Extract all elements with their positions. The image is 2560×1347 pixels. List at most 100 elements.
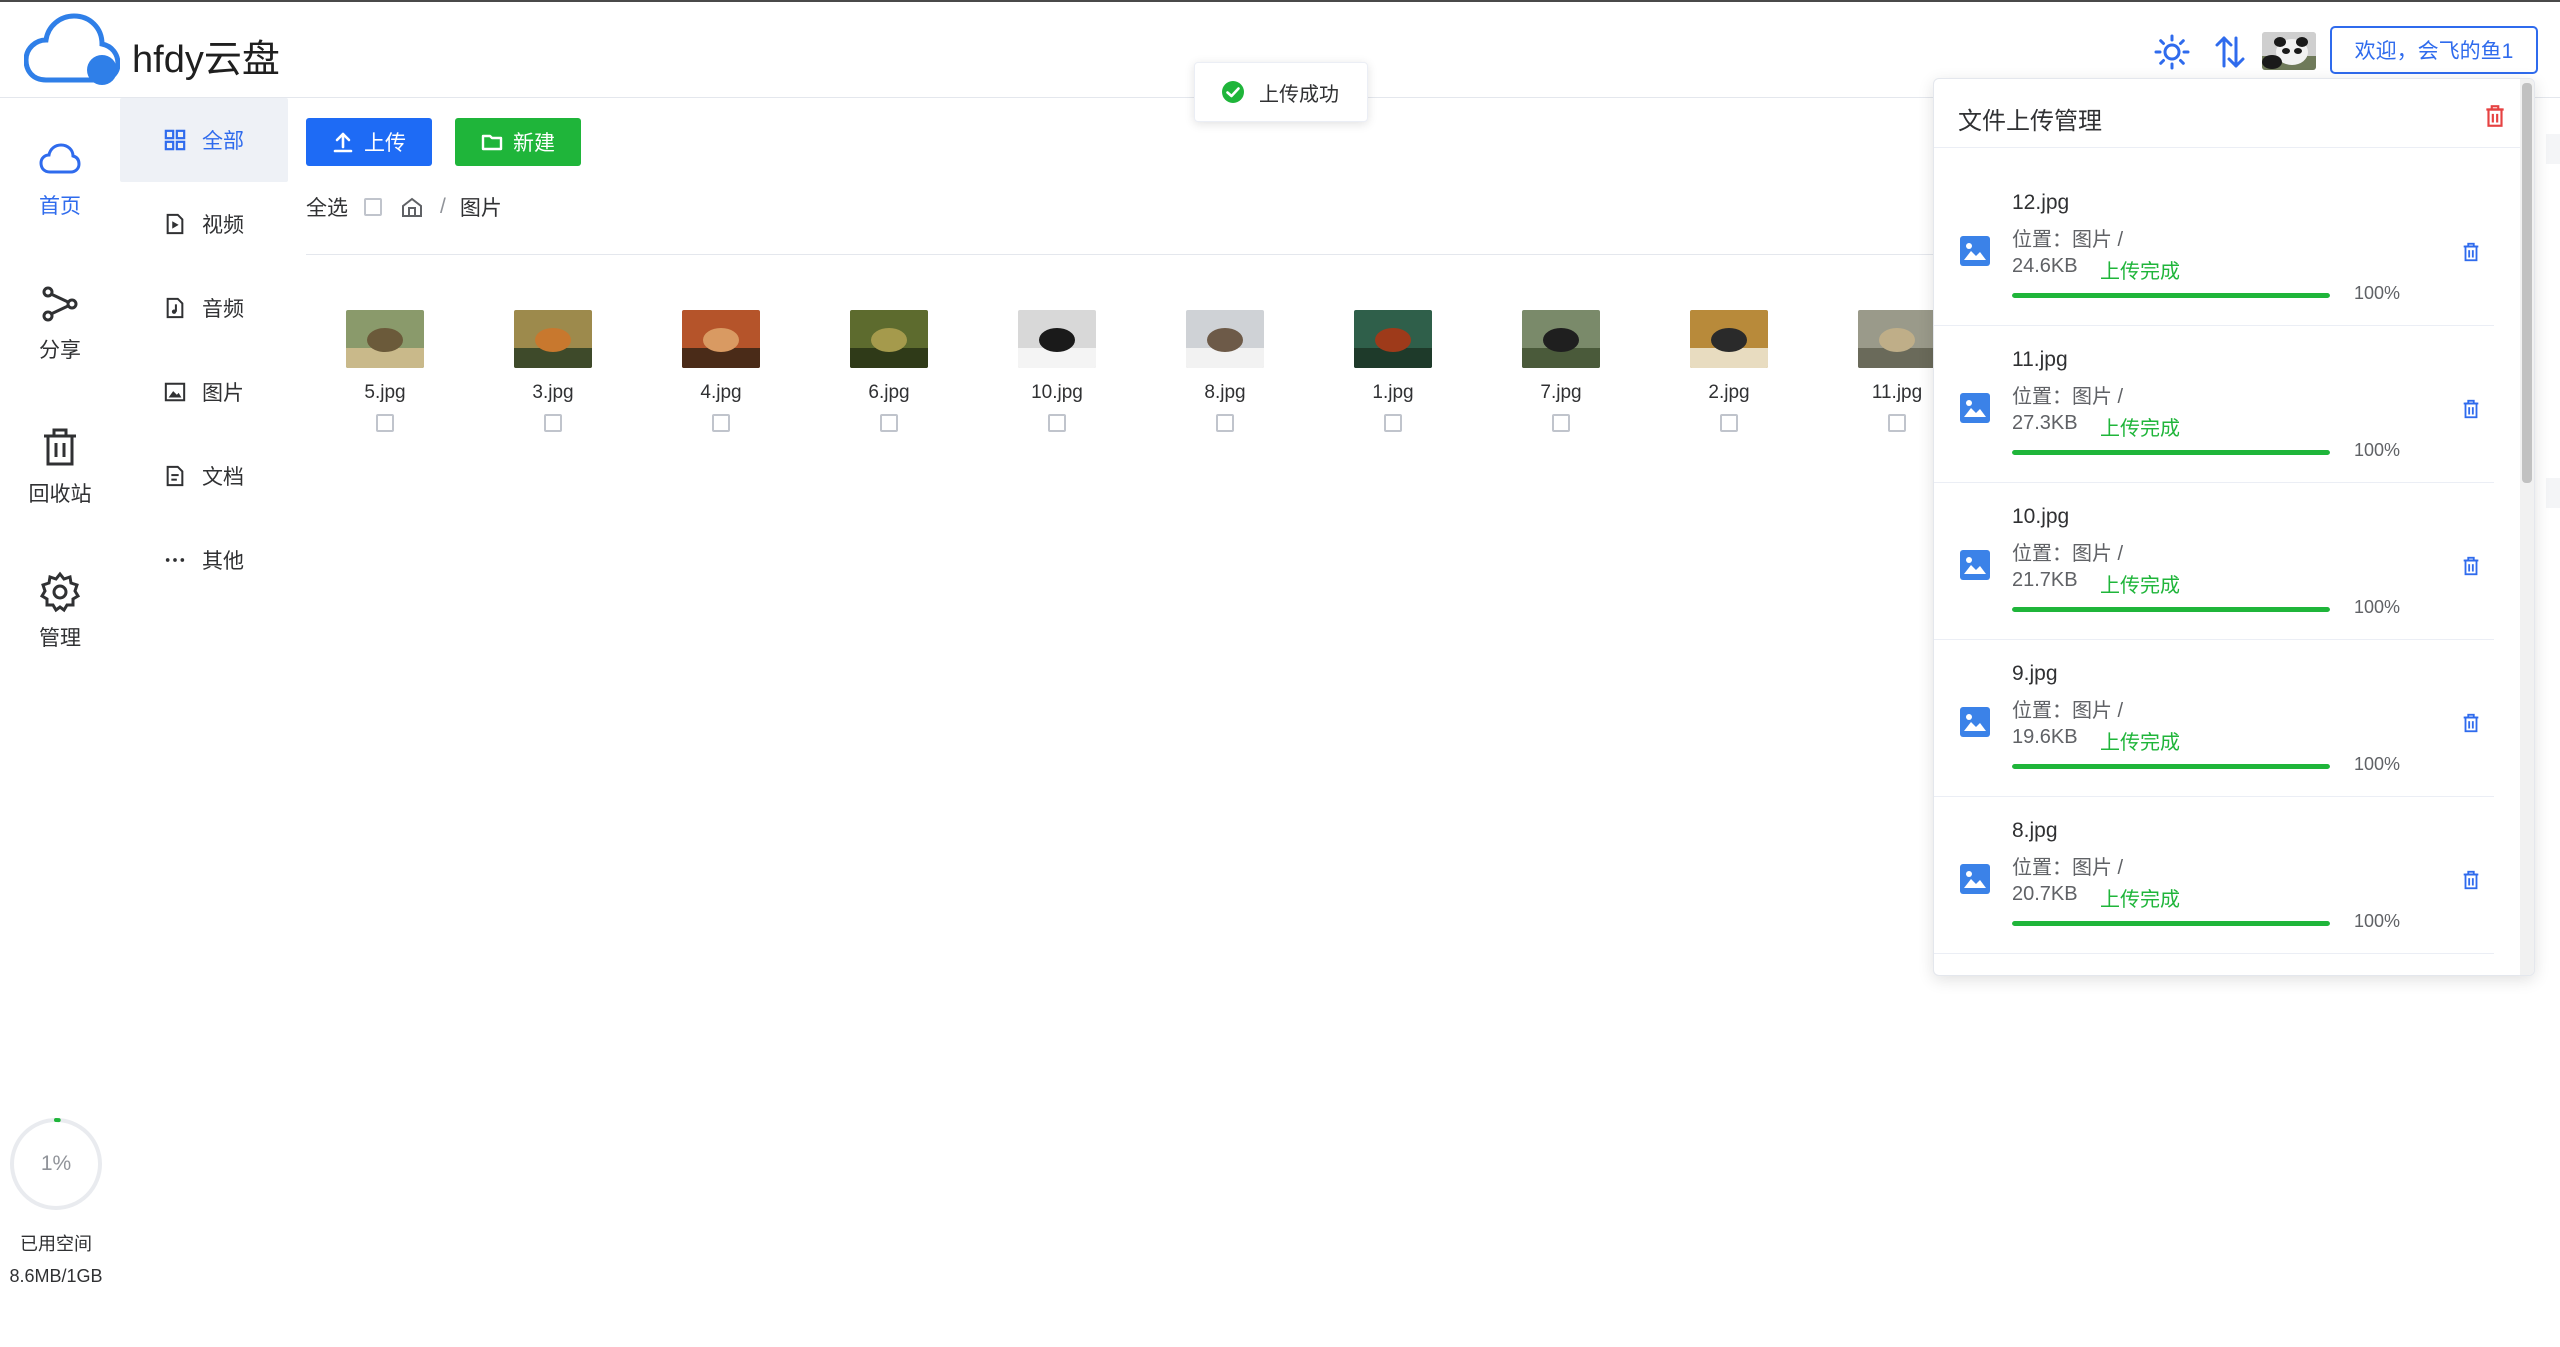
rail-home-label: 首页 bbox=[39, 195, 81, 218]
panel-scrollbar[interactable] bbox=[2520, 79, 2534, 975]
upload-progress-fill bbox=[2012, 607, 2330, 612]
toast-message: 上传成功 bbox=[1259, 83, 1339, 106]
success-toast: 上传成功 bbox=[1194, 62, 1368, 122]
rail-share-label: 分享 bbox=[39, 339, 81, 362]
file-thumbnail[interactable] bbox=[1018, 310, 1096, 368]
upload-percent: 100% bbox=[2354, 911, 2401, 931]
user-avatar[interactable] bbox=[2262, 32, 2316, 70]
image-file-icon bbox=[1960, 707, 1990, 737]
file-checkbox[interactable] bbox=[880, 414, 898, 432]
upload-manager-title: 文件上传管理 bbox=[1958, 108, 2102, 135]
file-name[interactable]: 10.jpg bbox=[997, 382, 1117, 404]
file-checkbox[interactable] bbox=[1384, 414, 1402, 432]
file-name[interactable]: 2.jpg bbox=[1669, 382, 1789, 404]
file-checkbox[interactable] bbox=[1720, 414, 1738, 432]
file-checkbox[interactable] bbox=[1216, 414, 1234, 432]
clear-all-trash-icon[interactable] bbox=[2482, 103, 2508, 129]
delete-trash-icon[interactable] bbox=[2460, 712, 2482, 734]
success-check-icon bbox=[1222, 81, 1244, 103]
home-icon[interactable] bbox=[400, 195, 424, 219]
upload-status: 上传完成 bbox=[2100, 889, 2180, 911]
file-thumbnail[interactable] bbox=[1690, 310, 1768, 368]
panel-scrollbar-thumb[interactable] bbox=[2522, 83, 2532, 483]
file-item[interactable]: 10.jpg bbox=[997, 310, 1117, 437]
storage-label: 已用空间 bbox=[20, 1234, 92, 1254]
file-name[interactable]: 7.jpg bbox=[1501, 382, 1621, 404]
file-thumbnail[interactable] bbox=[1522, 310, 1600, 368]
category-image[interactable]: 图片 bbox=[120, 350, 288, 434]
breadcrumb-separator: / bbox=[440, 195, 446, 218]
file-thumbnail[interactable] bbox=[682, 310, 760, 368]
file-item[interactable]: 2.jpg bbox=[1669, 310, 1789, 437]
image-file-icon bbox=[1960, 393, 1990, 423]
file-item[interactable]: 5.jpg bbox=[325, 310, 445, 437]
upload-progress-bar bbox=[2012, 921, 2330, 926]
category-all[interactable]: 全部 bbox=[120, 98, 288, 182]
rail-recycle-bin[interactable]: 回收站 bbox=[0, 426, 120, 508]
upload-progress-bar bbox=[2012, 293, 2330, 298]
storage-percent: 1% bbox=[40, 1152, 72, 1175]
file-checkbox[interactable] bbox=[1048, 414, 1066, 432]
file-item[interactable]: 1.jpg bbox=[1333, 310, 1453, 437]
category-other[interactable]: 其他 bbox=[120, 518, 288, 602]
video-file-icon bbox=[162, 211, 188, 237]
folder-icon bbox=[481, 134, 503, 151]
file-thumbnail[interactable] bbox=[514, 310, 592, 368]
file-name[interactable]: 8.jpg bbox=[1165, 382, 1285, 404]
category-document-label: 文档 bbox=[202, 466, 244, 489]
file-item[interactable]: 8.jpg bbox=[1165, 310, 1285, 437]
upload-status: 上传完成 bbox=[2100, 261, 2180, 283]
file-checkbox[interactable] bbox=[544, 414, 562, 432]
rail-settings[interactable]: 管理 bbox=[0, 570, 120, 652]
rail-settings-label: 管理 bbox=[39, 627, 81, 650]
upload-file-name: 8.jpg bbox=[2012, 819, 2058, 842]
select-all-label: 全选 bbox=[306, 197, 348, 220]
select-all-checkbox[interactable] bbox=[364, 198, 382, 216]
rail-home[interactable]: 首页 bbox=[0, 138, 120, 220]
file-item[interactable]: 6.jpg bbox=[829, 310, 949, 437]
upload-progress-bar bbox=[2012, 450, 2330, 455]
delete-trash-icon[interactable] bbox=[2460, 241, 2482, 263]
category-document[interactable]: 文档 bbox=[120, 434, 288, 518]
file-name[interactable]: 6.jpg bbox=[829, 382, 949, 404]
rail-recycle-bin-label: 回收站 bbox=[28, 483, 92, 506]
upload-percent: 100% bbox=[2354, 440, 2401, 460]
file-name[interactable]: 5.jpg bbox=[325, 382, 445, 404]
file-name[interactable]: 4.jpg bbox=[661, 382, 781, 404]
welcome-button[interactable]: 欢迎，会飞的鱼1 bbox=[2330, 26, 2538, 74]
category-nav: 全部 视频 音频 图片 文档 其他 bbox=[120, 98, 288, 602]
upload-file-size: 20.7KB bbox=[2012, 883, 2078, 905]
file-item[interactable]: 7.jpg bbox=[1501, 310, 1621, 437]
file-checkbox[interactable] bbox=[712, 414, 730, 432]
upload-file-name: 10.jpg bbox=[2012, 505, 2070, 528]
file-checkbox[interactable] bbox=[376, 414, 394, 432]
sun-icon[interactable] bbox=[2152, 32, 2192, 72]
file-thumbnail[interactable] bbox=[1186, 310, 1264, 368]
rail-share[interactable]: 分享 bbox=[0, 282, 120, 364]
transfer-icon[interactable] bbox=[2210, 32, 2250, 72]
upload-status: 上传完成 bbox=[2100, 732, 2180, 754]
file-name[interactable]: 1.jpg bbox=[1333, 382, 1453, 404]
file-item[interactable]: 3.jpg bbox=[493, 310, 613, 437]
file-thumbnail[interactable] bbox=[850, 310, 928, 368]
file-checkbox[interactable] bbox=[1888, 414, 1906, 432]
file-checkbox[interactable] bbox=[1552, 414, 1570, 432]
grid-icon bbox=[162, 127, 188, 153]
category-other-label: 其他 bbox=[202, 550, 244, 573]
file-name[interactable]: 3.jpg bbox=[493, 382, 613, 404]
delete-trash-icon[interactable] bbox=[2460, 398, 2482, 420]
toolbar-divider bbox=[306, 254, 1936, 255]
delete-trash-icon[interactable] bbox=[2460, 555, 2482, 577]
file-item[interactable]: 4.jpg bbox=[661, 310, 781, 437]
new-folder-button[interactable]: 新建 bbox=[455, 118, 581, 166]
upload-button[interactable]: 上传 bbox=[306, 118, 432, 166]
file-thumbnail[interactable] bbox=[1354, 310, 1432, 368]
file-thumbnail[interactable] bbox=[346, 310, 424, 368]
cloud-logo-icon[interactable] bbox=[24, 12, 120, 90]
upload-percent: 100% bbox=[2354, 283, 2401, 303]
file-thumbnail[interactable] bbox=[1858, 310, 1936, 368]
delete-trash-icon[interactable] bbox=[2460, 869, 2482, 891]
breadcrumb-current[interactable]: 图片 bbox=[460, 192, 502, 222]
category-video[interactable]: 视频 bbox=[120, 182, 288, 266]
category-audio[interactable]: 音频 bbox=[120, 266, 288, 350]
